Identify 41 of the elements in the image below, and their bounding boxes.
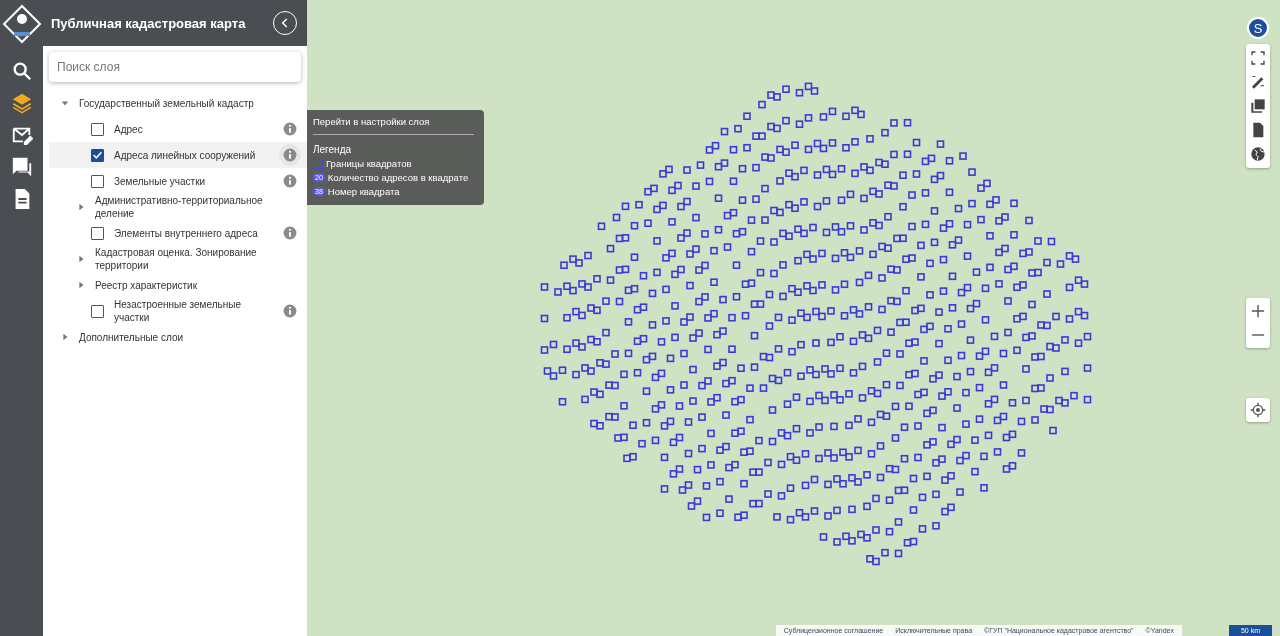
locate-button[interactable] bbox=[1246, 398, 1270, 422]
legend-label: Количество адресов в квадрате bbox=[327, 172, 469, 183]
legend-title: Легенда bbox=[313, 144, 353, 155]
caret-icon[interactable] bbox=[61, 333, 69, 341]
caret-icon[interactable] bbox=[77, 203, 85, 211]
checkbox[interactable] bbox=[91, 226, 104, 240]
group-label[interactable]: Реестр характеристик bbox=[95, 278, 198, 292]
zoom-in-icon[interactable] bbox=[1251, 304, 1265, 318]
globe-icon[interactable] bbox=[1250, 146, 1266, 162]
checkbox[interactable] bbox=[91, 304, 104, 318]
checkbox[interactable] bbox=[91, 174, 104, 188]
group-label[interactable]: Административно-территориальное деление bbox=[95, 194, 295, 220]
layer-label[interactable]: Незастроенные земельные участки bbox=[114, 298, 274, 324]
layer-label[interactable]: Адрес bbox=[114, 122, 274, 136]
layer-settings-link[interactable]: Перейти в настройки слоя bbox=[313, 116, 474, 127]
info-icon[interactable] bbox=[279, 144, 301, 166]
fullscreen-icon[interactable] bbox=[1250, 50, 1266, 66]
layer-label[interactable]: Земельные участки bbox=[114, 174, 274, 188]
ruler-pencil-icon[interactable] bbox=[1250, 74, 1266, 90]
selected-layer-row[interactable]: Адреса линейных сооружений bbox=[49, 142, 307, 168]
caret-icon[interactable] bbox=[61, 99, 69, 107]
layer-label[interactable]: Адреса линейных сооружений bbox=[114, 148, 274, 162]
logo-icon bbox=[1, 4, 42, 44]
checkbox[interactable] bbox=[91, 148, 104, 162]
caret-icon[interactable] bbox=[77, 255, 85, 263]
layer-label[interactable]: Элементы внутреннего адреса bbox=[114, 226, 274, 240]
checkbox[interactable] bbox=[91, 122, 104, 136]
search-field[interactable]: Поиск слоя bbox=[49, 52, 301, 82]
app-title: Публичная кадастровая карта bbox=[51, 15, 246, 31]
feedback-icon[interactable] bbox=[10, 156, 33, 178]
legend-label: Границы квадратов bbox=[326, 158, 412, 169]
user-avatar-button[interactable]: S bbox=[1247, 17, 1269, 39]
square-symbol-icon bbox=[313, 158, 323, 169]
layers-icon[interactable] bbox=[10, 92, 33, 114]
group-label[interactable]: Дополнительные слои bbox=[79, 330, 184, 344]
layers-stack-icon[interactable] bbox=[1250, 98, 1266, 114]
caret-icon[interactable] bbox=[77, 281, 85, 289]
group-label[interactable]: Кадастровая оценка. Зонирование территории bbox=[95, 246, 295, 272]
legend-label: Номер квадрата bbox=[327, 186, 400, 197]
group-label[interactable]: Государственный земельный кадастр bbox=[79, 96, 254, 110]
document-icon[interactable] bbox=[1250, 122, 1266, 138]
